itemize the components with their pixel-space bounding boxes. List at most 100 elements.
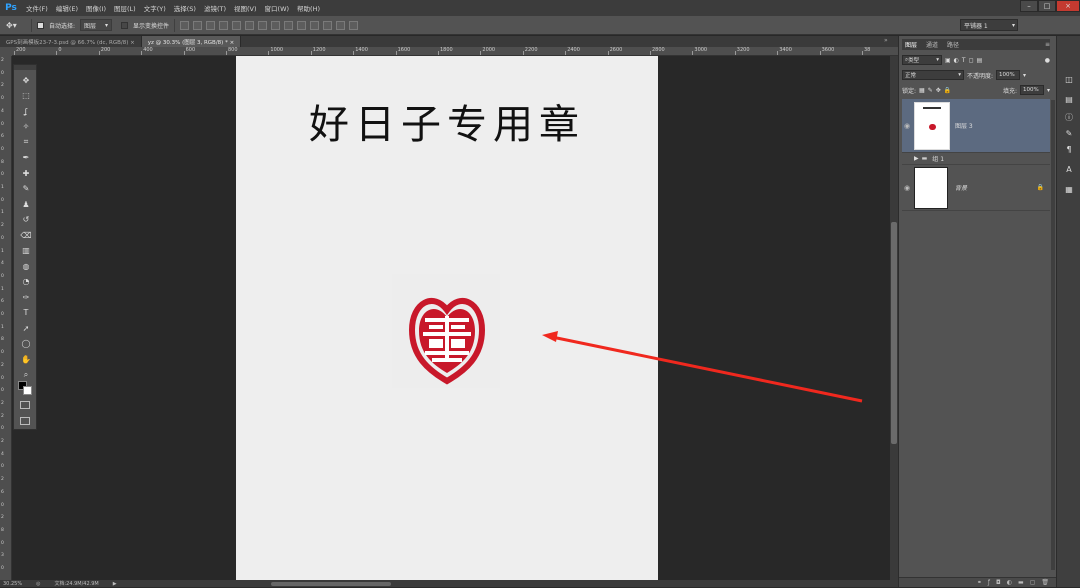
tab-yz[interactable]: yz @ 30.3% (图层 3, RGB/8) * × bbox=[142, 36, 241, 47]
align-distribute-icon[interactable] bbox=[297, 21, 306, 30]
visibility-eye-icon[interactable]: ◉ bbox=[902, 121, 912, 131]
lock-transparent-icon[interactable]: ▦ bbox=[919, 87, 925, 94]
auto-select-dropdown[interactable]: 图层▾ bbox=[80, 19, 112, 31]
blur-tool-icon[interactable]: ◍ bbox=[20, 260, 32, 272]
auto-select-checkbox[interactable] bbox=[37, 22, 44, 29]
filter-pixel-icon[interactable]: ▣ bbox=[945, 57, 951, 64]
hand-tool-icon[interactable]: ✋ bbox=[20, 353, 32, 365]
status-icon[interactable]: ◎ bbox=[36, 581, 40, 587]
zoom-level[interactable]: 30.25% bbox=[3, 581, 22, 587]
lock-pixels-icon[interactable]: ✎ bbox=[928, 87, 933, 94]
tab-layers[interactable]: 图层 bbox=[902, 40, 920, 49]
info-icon[interactable]: ⓘ bbox=[1064, 112, 1074, 122]
dodge-tool-icon[interactable]: ◔ bbox=[20, 276, 32, 288]
history-brush-tool-icon[interactable]: ↺ bbox=[20, 214, 32, 226]
layer-row-group1[interactable]: ▶ ▬ 组 1 bbox=[902, 153, 1050, 165]
document-canvas[interactable]: 好日子专用章 bbox=[236, 56, 658, 580]
vertical-scrollbar[interactable] bbox=[890, 56, 898, 580]
status-arrow-icon[interactable]: ▶ bbox=[113, 581, 117, 587]
panel-scrollbar[interactable] bbox=[1051, 100, 1055, 570]
menu-item[interactable]: 视图(V) bbox=[230, 3, 261, 13]
healing-tool-icon[interactable]: ✚ bbox=[20, 167, 32, 179]
layer-row-layer3[interactable]: ◉ 图层 3 bbox=[902, 99, 1050, 153]
history-icon[interactable]: ◫ bbox=[1064, 74, 1074, 84]
align-distribute-icon[interactable] bbox=[180, 21, 189, 30]
filter-type-icon[interactable]: T bbox=[962, 57, 966, 64]
menu-item[interactable]: 文字(Y) bbox=[140, 3, 170, 13]
align-distribute-icon[interactable] bbox=[323, 21, 332, 30]
panel-menu-icon[interactable]: ≡ bbox=[1045, 41, 1050, 48]
eraser-tool-icon[interactable]: ⌫ bbox=[20, 229, 32, 241]
menu-item[interactable]: 滤镜(T) bbox=[200, 3, 230, 13]
align-distribute-icon[interactable] bbox=[349, 21, 358, 30]
minimize-button[interactable]: – bbox=[1020, 0, 1038, 12]
screen-mode-icon[interactable] bbox=[20, 417, 30, 425]
brush-presets-icon[interactable]: ✎ bbox=[1064, 128, 1074, 138]
move-tool-icon[interactable]: ✥ bbox=[20, 74, 32, 86]
blend-mode-dropdown[interactable]: 正常▾ bbox=[902, 70, 964, 80]
tab-paths[interactable]: 路径 bbox=[944, 40, 962, 49]
visibility-empty-icon[interactable] bbox=[902, 154, 912, 164]
align-distribute-icon[interactable] bbox=[193, 21, 202, 30]
align-distribute-icon[interactable] bbox=[258, 21, 267, 30]
visibility-eye-icon[interactable]: ◉ bbox=[902, 183, 912, 193]
zoom-tool-icon[interactable]: ⌕ bbox=[20, 369, 32, 381]
properties-icon[interactable]: ▤ bbox=[1064, 94, 1074, 104]
panel-collapse-icon[interactable]: » bbox=[884, 37, 888, 44]
tab-channels[interactable]: 通道 bbox=[923, 40, 941, 49]
menu-item[interactable]: 图层(L) bbox=[110, 3, 140, 13]
layer-name[interactable]: 组 1 bbox=[932, 154, 944, 163]
chevron-down-icon[interactable]: ▾ bbox=[1047, 87, 1050, 94]
gradient-tool-icon[interactable]: ▥ bbox=[20, 245, 32, 257]
filter-adjust-icon[interactable]: ◐ bbox=[954, 57, 959, 64]
brush-tool-icon[interactable]: ✎ bbox=[20, 183, 32, 195]
pen-tool-icon[interactable]: ✑ bbox=[20, 291, 32, 303]
maximize-button[interactable]: □ bbox=[1038, 0, 1056, 12]
layer-filter-dropdown[interactable]: ⌕类型▾ bbox=[902, 55, 942, 65]
close-button[interactable]: × bbox=[1056, 0, 1080, 12]
menu-item[interactable]: 窗口(W) bbox=[261, 3, 294, 13]
path-select-tool-icon[interactable]: ➚ bbox=[20, 322, 32, 334]
shape-tool-icon[interactable]: ◯ bbox=[20, 338, 32, 350]
fill-input[interactable]: 100% bbox=[1020, 85, 1044, 95]
menu-item[interactable]: 文件(F) bbox=[22, 3, 52, 13]
paragraph-icon[interactable]: ¶ bbox=[1064, 144, 1074, 154]
align-distribute-icon[interactable] bbox=[219, 21, 228, 30]
type-tool-icon[interactable]: T bbox=[20, 307, 32, 319]
menu-item[interactable]: 图像(I) bbox=[82, 3, 110, 13]
expand-arrow-icon[interactable]: ▶ bbox=[914, 155, 919, 162]
lasso-tool-icon[interactable]: ʆ bbox=[20, 105, 32, 117]
filter-shape-icon[interactable]: ◻ bbox=[969, 57, 974, 64]
menu-item[interactable]: 帮助(H) bbox=[293, 3, 324, 13]
quick-mask-icon[interactable] bbox=[20, 401, 30, 409]
swatches-icon[interactable]: ▦ bbox=[1064, 184, 1074, 194]
menu-item[interactable]: 选择(S) bbox=[170, 3, 200, 13]
scrollbar-thumb[interactable] bbox=[891, 222, 897, 444]
move-tool-preset-icon[interactable]: ✥▾ bbox=[6, 19, 26, 31]
align-distribute-icon[interactable] bbox=[284, 21, 293, 30]
layer-name[interactable]: 背景 bbox=[955, 183, 967, 192]
lock-position-icon[interactable]: ✥ bbox=[936, 87, 941, 94]
align-distribute-icon[interactable] bbox=[310, 21, 319, 30]
opacity-input[interactable]: 100% bbox=[996, 70, 1020, 80]
tab-gps-template[interactable]: GPS刻画模板23-7-3.psd @ 66.7% (dc, RGB/8) × bbox=[0, 36, 142, 47]
marquee-tool-icon[interactable]: ⬚ bbox=[20, 90, 32, 102]
chevron-down-icon[interactable]: ▾ bbox=[1023, 72, 1026, 79]
menu-item[interactable]: 编辑(E) bbox=[52, 3, 82, 13]
layer-name[interactable]: 图层 3 bbox=[955, 121, 973, 130]
horizontal-scrollbar[interactable] bbox=[271, 582, 391, 586]
align-distribute-icon[interactable] bbox=[336, 21, 345, 30]
show-transform-checkbox[interactable] bbox=[121, 22, 128, 29]
align-distribute-icon[interactable] bbox=[271, 21, 280, 30]
layer-row-background[interactable]: ◉ 背景 🔒 bbox=[902, 165, 1050, 211]
filter-toggle-icon[interactable]: ● bbox=[1045, 57, 1050, 64]
workspace-switcher[interactable]: 平铺器 1▾ bbox=[960, 19, 1018, 31]
align-distribute-icon[interactable] bbox=[232, 21, 241, 30]
eyedropper-tool-icon[interactable]: ✒ bbox=[20, 152, 32, 164]
filter-smart-icon[interactable]: ▤ bbox=[977, 57, 983, 64]
align-distribute-icon[interactable] bbox=[245, 21, 254, 30]
lock-all-icon[interactable]: 🔒 bbox=[944, 87, 951, 94]
crop-tool-icon[interactable]: ⌗ bbox=[20, 136, 32, 148]
background-color-swatch[interactable] bbox=[23, 386, 32, 395]
align-distribute-icon[interactable] bbox=[206, 21, 215, 30]
